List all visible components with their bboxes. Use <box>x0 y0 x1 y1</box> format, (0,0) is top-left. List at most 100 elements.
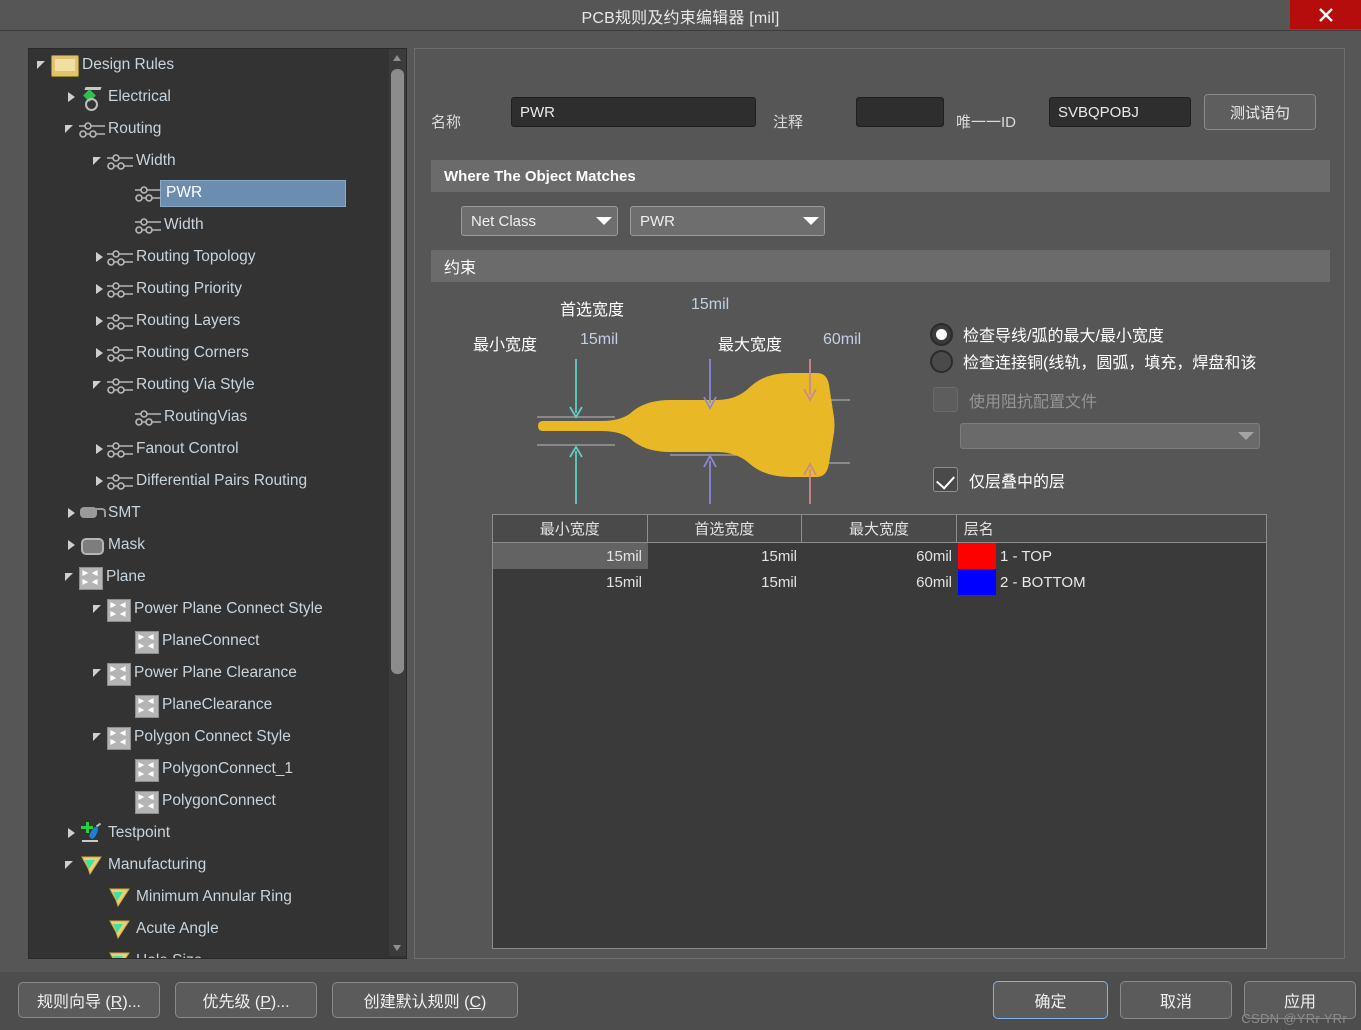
collapse-arrow-icon[interactable] <box>91 377 107 393</box>
check-track-width-option[interactable]: 检查导线/弧的最大/最小宽度 <box>930 322 1164 346</box>
dialog-footer: 规则向导 (R)... 优先级 (P)... 创建默认规则 (C) 确定 取消 … <box>0 972 1361 1030</box>
testpoint-icon <box>79 822 105 844</box>
table-column-header[interactable]: 最小宽度 <box>493 515 648 542</box>
close-button[interactable] <box>1290 0 1361 29</box>
collapse-arrow-icon[interactable] <box>91 601 107 617</box>
tree-item-design-rules[interactable]: >< Design Rules <box>29 49 389 81</box>
expand-arrow-icon[interactable] <box>91 281 107 297</box>
expand-arrow-icon[interactable] <box>91 441 107 457</box>
tree-item-power-plane-clearance[interactable]: Power Plane Clearance <box>29 657 389 689</box>
scope-dropdown[interactable]: Net Class <box>461 206 618 236</box>
table-cell[interactable]: 15mil <box>648 543 803 569</box>
tree-item-width[interactable]: Width <box>29 145 389 177</box>
tree-item-label: Manufacturing <box>108 856 207 873</box>
checkbox-impedance-profile[interactable] <box>933 387 958 412</box>
tree-item-routing[interactable]: Routing <box>29 113 389 145</box>
unique-id-input[interactable] <box>1049 97 1191 127</box>
table-row[interactable]: 15mil 15mil 60mil 2 - BOTTOM <box>493 569 1266 595</box>
check-track-width-label: 检查导线/弧的最大/最小宽度 <box>963 328 1164 345</box>
scrollbar-thumb[interactable] <box>391 69 404 674</box>
tree-item-mask[interactable]: Mask <box>29 529 389 561</box>
tree-item-plane[interactable]: Plane <box>29 561 389 593</box>
tree-item-polygonconnect-1[interactable]: PolygonConnect_1 <box>29 753 389 785</box>
radio-button-track-width[interactable] <box>930 322 953 346</box>
scroll-up-button[interactable] <box>389 49 406 66</box>
impedance-profile-option[interactable]: 使用阻抗配置文件 <box>933 387 1097 412</box>
tree-item-pwr[interactable]: PWR <box>29 177 389 209</box>
tree-item-testpoint[interactable]: Testpoint <box>29 817 389 849</box>
layer-width-table[interactable]: 最小宽度 首选宽度 最大宽度 层名 15mil 15mil 60mil 1 - TOP 15m… <box>492 514 1267 949</box>
tree-item-power-plane-connect-style[interactable]: Power Plane Connect Style <box>29 593 389 625</box>
diagram-min-value: 15mil <box>580 331 619 348</box>
cancel-button[interactable]: 取消 <box>1120 981 1232 1019</box>
ok-button[interactable]: 确定 <box>993 981 1108 1019</box>
expand-arrow-icon[interactable] <box>63 825 79 841</box>
tree-item-routing-via-style[interactable]: Routing Via Style <box>29 369 389 401</box>
tree-item-acute-angle[interactable]: Acute Angle <box>29 913 389 945</box>
table-cell[interactable]: 15mil <box>648 569 803 595</box>
routing-icon <box>107 152 133 172</box>
tree-item-routing-corners[interactable]: Routing Corners <box>29 337 389 369</box>
collapse-arrow-icon[interactable] <box>91 729 107 745</box>
comment-input[interactable] <box>856 97 944 127</box>
tree-item-electrical[interactable]: Electrical <box>29 81 389 113</box>
expand-arrow-icon[interactable] <box>63 505 79 521</box>
expand-arrow-icon[interactable] <box>91 345 107 361</box>
plane-icon <box>135 790 159 814</box>
target-dropdown[interactable]: PWR <box>630 206 825 236</box>
collapse-arrow-icon[interactable] <box>35 57 51 73</box>
tree-item-planeclearance[interactable]: PlaneClearance <box>29 689 389 721</box>
tree-item-minimum-annular-ring[interactable]: Minimum Annular Ring <box>29 881 389 913</box>
table-row[interactable]: 15mil 15mil 60mil 1 - TOP <box>493 543 1266 569</box>
expand-arrow-icon[interactable] <box>91 313 107 329</box>
expand-arrow-icon[interactable] <box>91 249 107 265</box>
collapse-arrow-icon[interactable] <box>91 665 107 681</box>
impedance-profile-dropdown[interactable] <box>960 423 1260 449</box>
table-column-header[interactable]: 首选宽度 <box>648 515 803 542</box>
layer-name-cell[interactable]: 1 - TOP <box>996 543 1052 569</box>
tree-item-width[interactable]: Width <box>29 209 389 241</box>
layer-name-cell[interactable]: 2 - BOTTOM <box>996 569 1086 595</box>
tree-item-fanout-control[interactable]: Fanout Control <box>29 433 389 465</box>
table-cell[interactable]: 15mil <box>493 569 648 595</box>
tree-item-label: Routing Via Style <box>136 376 255 393</box>
collapse-arrow-icon[interactable] <box>63 121 79 137</box>
tree-item-routingvias[interactable]: RoutingVias <box>29 401 389 433</box>
tree-item-differential-pairs-routing[interactable]: Differential Pairs Routing <box>29 465 389 497</box>
expand-arrow-icon[interactable] <box>63 89 79 105</box>
checkbox-stack-layers[interactable] <box>933 467 958 492</box>
tree-item-planeconnect[interactable]: PlaneConnect <box>29 625 389 657</box>
tree-item-polygonconnect[interactable]: PolygonConnect <box>29 785 389 817</box>
table-column-header[interactable]: 层名 <box>957 515 1266 542</box>
rule-wizard-button[interactable]: 规则向导 (R)... <box>18 982 160 1018</box>
table-column-header[interactable]: 最大宽度 <box>802 515 957 542</box>
check-connected-copper-option[interactable]: 检查连接铜(线轨，圆弧，填充，焊盘和该 <box>930 349 1330 373</box>
tree-item-routing-topology[interactable]: Routing Topology <box>29 241 389 273</box>
apply-button[interactable]: 应用 <box>1244 981 1356 1019</box>
tree-scrollbar[interactable] <box>389 49 406 956</box>
collapse-arrow-icon[interactable] <box>63 857 79 873</box>
collapse-arrow-icon[interactable] <box>91 153 107 169</box>
radio-button-connected-copper[interactable] <box>930 349 953 373</box>
priority-button[interactable]: 优先级 (P)... <box>175 982 317 1018</box>
stack-layers-option[interactable]: 仅层叠中的层 <box>933 467 1065 492</box>
collapse-arrow-icon[interactable] <box>63 569 79 585</box>
table-cell[interactable]: 60mil <box>803 569 958 595</box>
expand-arrow-icon[interactable] <box>91 473 107 489</box>
expand-arrow-icon[interactable] <box>63 537 79 553</box>
create-default-rules-button[interactable]: 创建默认规则 (C) <box>332 982 518 1018</box>
test-query-button[interactable]: 测试语句 <box>1204 94 1316 130</box>
tree-item-hole-size[interactable]: Hole Size <box>29 945 389 958</box>
design-rules-tree[interactable]: >< Design Rules Electrical Routing Width PWR W… <box>28 48 407 959</box>
tree-item-manufacturing[interactable]: Manufacturing <box>29 849 389 881</box>
routing-icon <box>107 440 133 460</box>
name-input[interactable] <box>511 97 756 127</box>
table-cell[interactable]: 15mil <box>493 543 648 569</box>
table-cell[interactable]: 60mil <box>803 543 958 569</box>
scroll-down-button[interactable] <box>389 939 406 956</box>
tree-item-smt[interactable]: SMT <box>29 497 389 529</box>
tree-item-routing-layers[interactable]: Routing Layers <box>29 305 389 337</box>
tree-item-polygon-connect-style[interactable]: Polygon Connect Style <box>29 721 389 753</box>
tree-item-routing-priority[interactable]: Routing Priority <box>29 273 389 305</box>
